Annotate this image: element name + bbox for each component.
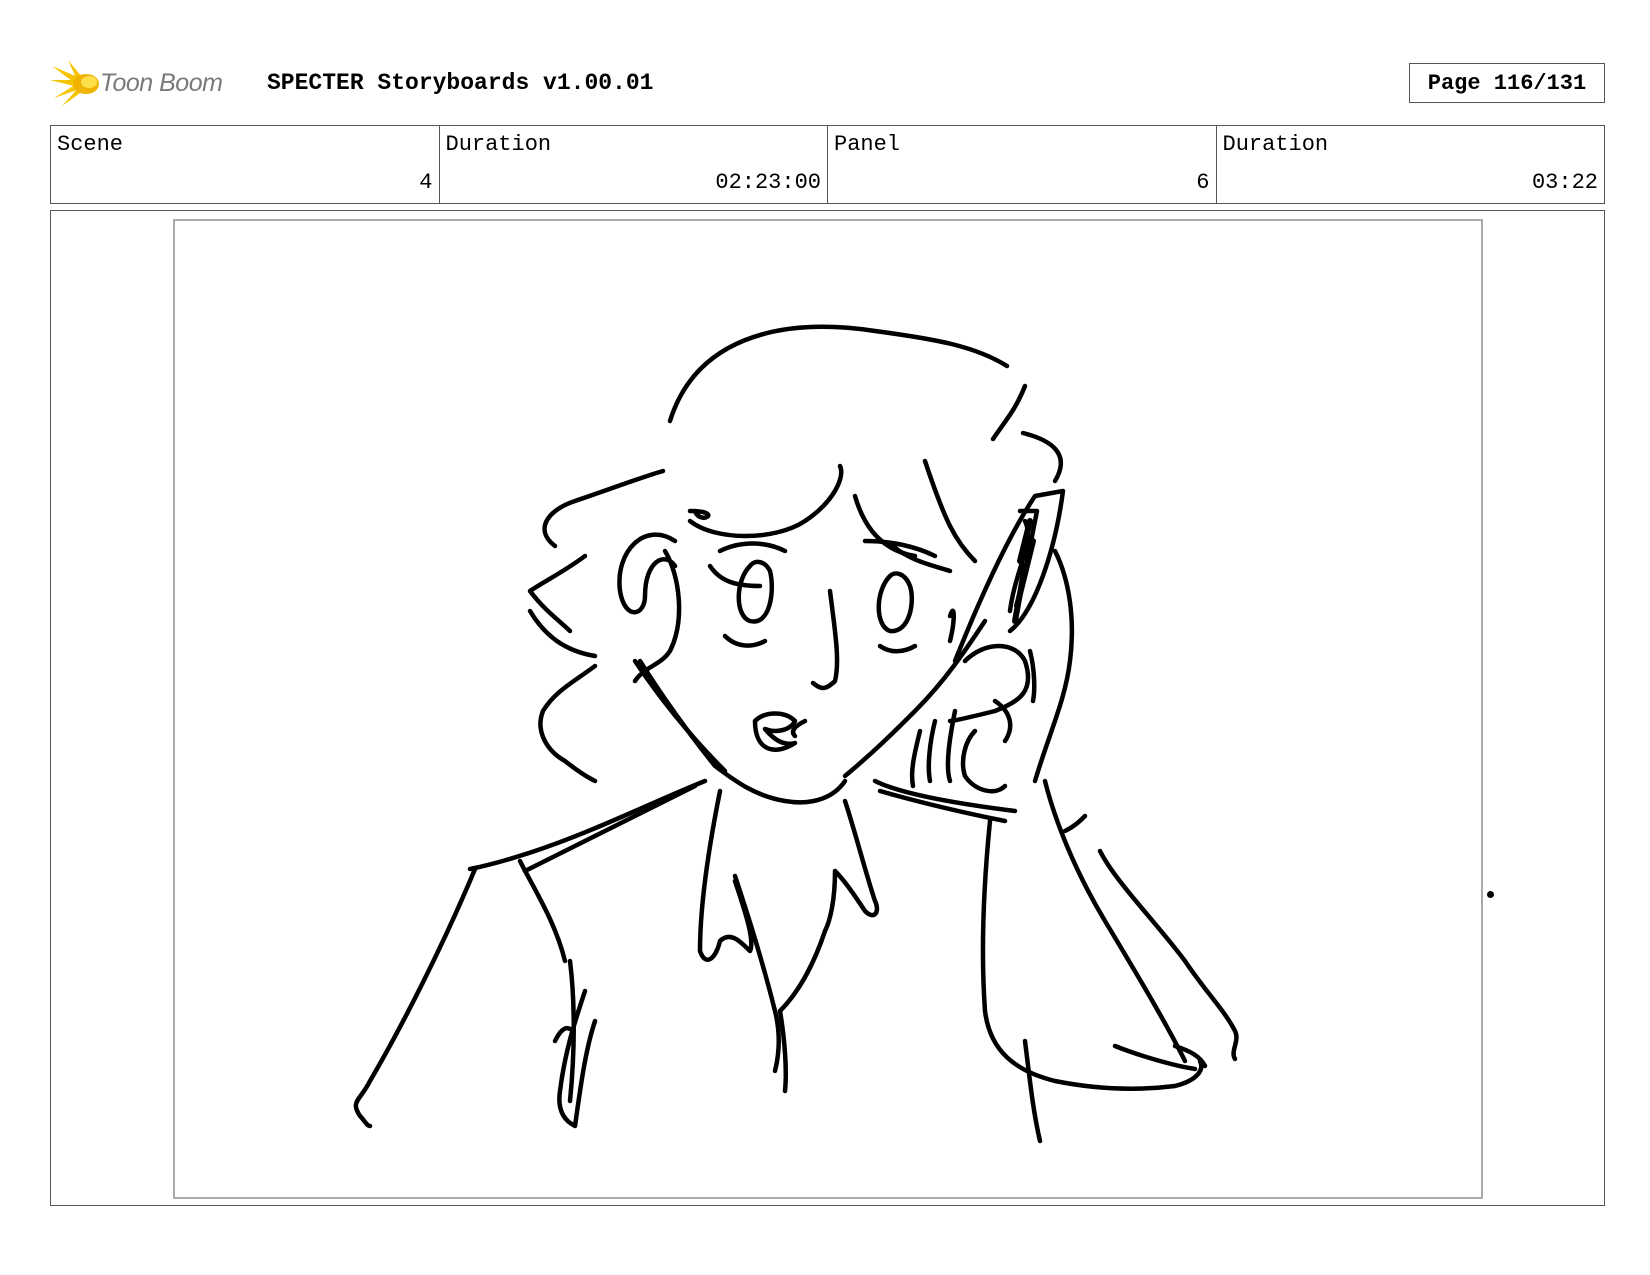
starburst-logo-icon [50,60,99,106]
document-title: SPECTER Storyboards v1.00.01 [267,70,654,96]
page-header: Toon Boom SPECTER Storyboards v1.00.01 P… [50,58,1605,108]
stray-mark [1487,891,1494,898]
scene-duration-cell: Duration 02:23:00 [440,126,828,203]
scene-info-table: Scene 4 Duration 02:23:00 Panel 6 Durati… [50,125,1605,204]
sketch-drawing [353,324,1239,1144]
scene-label: Scene [57,132,124,157]
panel-duration-label: Duration [1222,132,1329,157]
panel-duration-value: 03:22 [1531,170,1598,195]
scene-value: 4 [419,170,433,195]
storyboard-sketch [173,219,1483,1199]
logo-text: Toon Boom [100,68,223,97]
scene-duration-value: 02:23:00 [715,170,821,195]
panel-value: 6 [1196,170,1210,195]
panel-cell: Panel 6 [828,126,1217,203]
panel-duration-cell: Duration 03:22 [1217,126,1605,203]
toon-boom-logo: Toon Boom [50,58,250,108]
scene-cell: Scene 4 [51,126,440,203]
scene-duration-label: Duration [445,132,552,157]
page-number: Page 116/131 [1409,63,1605,103]
storyboard-panel-frame [50,210,1605,1206]
panel-label: Panel [834,132,901,157]
